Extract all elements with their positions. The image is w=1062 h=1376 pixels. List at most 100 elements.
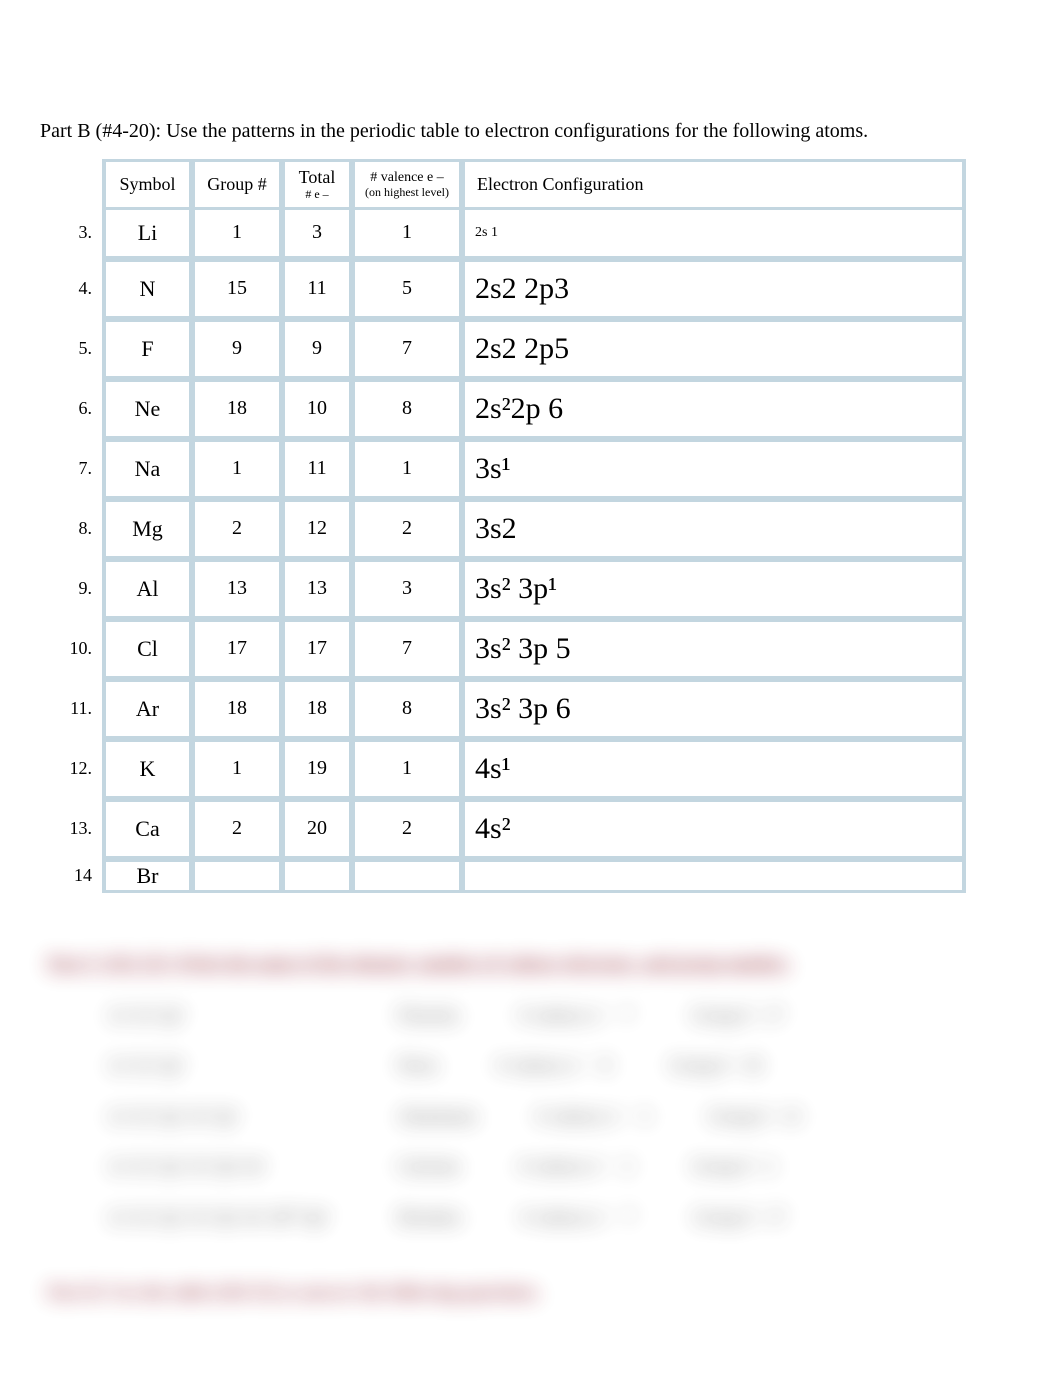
valence-e-cell: 7 (352, 319, 462, 379)
group-cell: 15 (192, 259, 282, 319)
group-cell: 17 (192, 619, 282, 679)
part-c-valence: # valence e⁻ 3 (536, 1091, 649, 1141)
symbol-cell: Mg (102, 499, 192, 559)
header-config: Electron Configuration (462, 159, 966, 207)
row-number: 8. (46, 499, 102, 559)
row-number: 4. (46, 259, 102, 319)
header-blank (46, 159, 102, 207)
group-cell: 18 (192, 679, 282, 739)
config-cell: 4s¹ (462, 739, 966, 799)
header-symbol-text: Symbol (119, 174, 175, 195)
valence-e-cell: 2 (352, 799, 462, 859)
group-cell: 1 (192, 439, 282, 499)
total-e-cell: 3 (282, 207, 352, 259)
part-c-valence: # valence e⁻ 7 (521, 1192, 634, 1242)
row-number: 11. (46, 679, 102, 739)
valence-e-cell: 7 (352, 619, 462, 679)
header-total-text: Total (299, 167, 336, 187)
config-cell: 3s² 3p 5 (462, 619, 966, 679)
part-c-valence: # valence e⁻ 7 (519, 990, 632, 1040)
part-c-heading: Part C (#21-25): Write the name of the e… (48, 953, 1014, 974)
header-valence: # valence e –(on highest level) (352, 159, 462, 207)
total-e-cell: 20 (282, 799, 352, 859)
symbol-cell: N (102, 259, 192, 319)
config-cell: 2s2 2p3 (462, 259, 966, 319)
part-c-name: Aluminum (398, 1091, 476, 1141)
group-cell: 2 (192, 499, 282, 559)
part-c-config: 1s² 2s² 2p⁵ (108, 990, 338, 1040)
config-cell: 2s 1 (462, 207, 966, 259)
part-b-instruction: Part B (#4-20): Use the patterns in the … (40, 120, 1022, 143)
row-number: 13. (46, 799, 102, 859)
symbol-cell: Na (102, 439, 192, 499)
total-e-cell: 19 (282, 739, 352, 799)
total-e-cell: 11 (282, 439, 352, 499)
row-number: 5. (46, 319, 102, 379)
valence-e-cell: 5 (352, 259, 462, 319)
group-cell: 9 (192, 319, 282, 379)
header-group: Group # (192, 159, 282, 207)
symbol-cell: Li (102, 207, 192, 259)
part-c-config: 1s² 2s² 2p⁶ 3s² 3p¹ (108, 1091, 338, 1141)
valence-e-cell: 1 (352, 739, 462, 799)
config-cell: 4s² (462, 799, 966, 859)
valence-e-cell: 2 (352, 499, 462, 559)
part-c-name: Bromine (398, 1192, 461, 1242)
config-cell: 3s¹ (462, 439, 966, 499)
lower-blurred-section: Part C (#21-25): Write the name of the e… (40, 953, 1022, 1303)
part-c-group: Group # 17 (692, 990, 783, 1040)
part-c-row: 1s² 2s² 2p⁵ Fluorine # valence e⁻ 7 Group #… (108, 990, 1014, 1040)
row-number: 12. (46, 739, 102, 799)
header-group-text: Group # (207, 174, 267, 195)
total-e-cell: 10 (282, 379, 352, 439)
symbol-cell: Br (102, 859, 192, 893)
header-config-text: Electron Configuration (477, 174, 643, 195)
symbol-cell: K (102, 739, 192, 799)
header-symbol: Symbol (102, 159, 192, 207)
group-cell (192, 859, 282, 893)
group-cell: 18 (192, 379, 282, 439)
row-number: 7. (46, 439, 102, 499)
symbol-cell: Cl (102, 619, 192, 679)
electron-config-table: Symbol Group # Total# e – # valence e –(… (46, 159, 966, 893)
total-e-cell: 12 (282, 499, 352, 559)
symbol-cell: Ca (102, 799, 192, 859)
part-c-body: 1s² 2s² 2p⁵ Fluorine # valence e⁻ 7 Group #… (108, 990, 1014, 1242)
config-cell: 3s² 3p 6 (462, 679, 966, 739)
part-c-group: Group # 17 (694, 1192, 785, 1242)
row-number: 6. (46, 379, 102, 439)
total-e-cell: 9 (282, 319, 352, 379)
part-c-name: Calcium (398, 1141, 459, 1191)
part-c-config: 1s² 2s² 2p⁶ 3s² 3p⁶ 4s² 3d¹⁰ 4p⁵ (108, 1192, 338, 1242)
symbol-cell: Ne (102, 379, 192, 439)
valence-e-cell: 1 (352, 439, 462, 499)
total-e-cell: 18 (282, 679, 352, 739)
valence-e-cell (352, 859, 462, 893)
row-number: 10. (46, 619, 102, 679)
row-number: 9. (46, 559, 102, 619)
part-c-group: Group # 2 (692, 1141, 774, 1191)
part-c-valence: # valence e⁻ 2 (519, 1141, 632, 1191)
group-cell: 1 (192, 207, 282, 259)
row-number: 3. (46, 207, 102, 259)
symbol-cell: F (102, 319, 192, 379)
symbol-cell: Ar (102, 679, 192, 739)
part-d-heading: Part D: Use the table (#26-35) to answer… (48, 1282, 1014, 1303)
valence-e-cell: 1 (352, 207, 462, 259)
total-e-cell (282, 859, 352, 893)
part-c-group: Group # 18 (670, 1040, 761, 1090)
config-cell: 2s2 2p5 (462, 319, 966, 379)
part-c-row: 1s² 2s² 2p⁶Neon# valence e⁻ 8Group # 18 (108, 1040, 1014, 1090)
part-c-group: Group # 13 (709, 1091, 800, 1141)
valence-e-cell: 3 (352, 559, 462, 619)
part-c-name: Fluorine (398, 990, 459, 1040)
config-cell: 3s² 3p¹ (462, 559, 966, 619)
part-c-row: 1s² 2s² 2p⁶ 3s² 3p¹ Aluminum # valence e⁻ … (108, 1091, 1014, 1141)
part-c-row: 1s² 2s² 2p⁶ 3s² 3p⁶ 4s²Calcium# valence … (108, 1141, 1014, 1191)
total-e-cell: 13 (282, 559, 352, 619)
header-total-sub: # e – (299, 188, 336, 201)
config-cell (462, 859, 966, 893)
group-cell: 2 (192, 799, 282, 859)
header-valence-sub: (on highest level) (365, 186, 449, 199)
config-cell: 2s²2p 6 (462, 379, 966, 439)
